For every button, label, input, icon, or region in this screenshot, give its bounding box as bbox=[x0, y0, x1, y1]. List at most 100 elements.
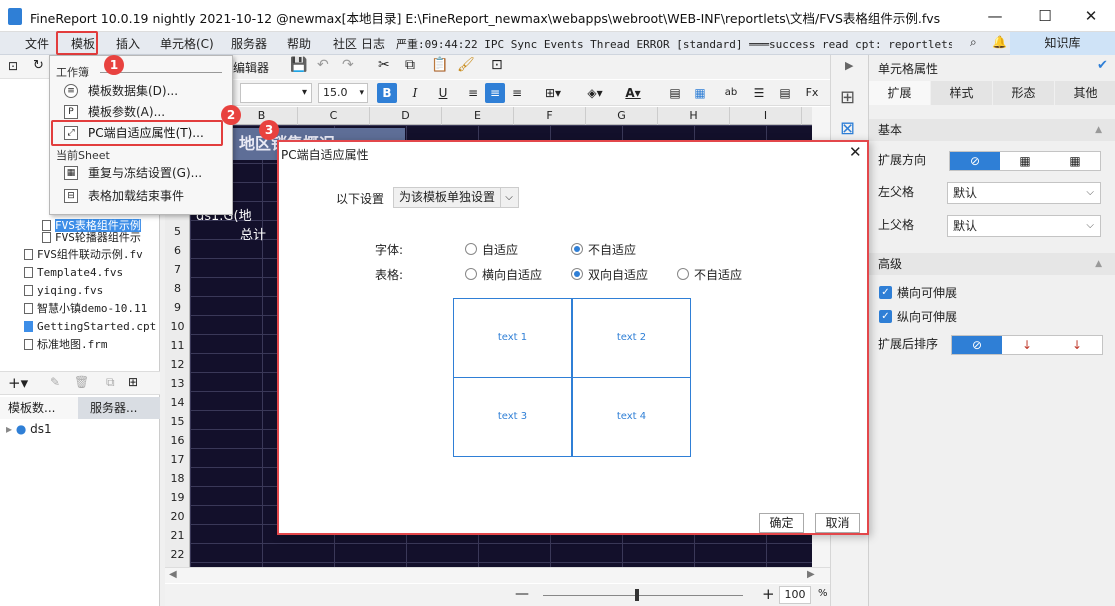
horizontal-scrollbar[interactable]: ◀ ▶ bbox=[165, 567, 830, 583]
zoom-out-button[interactable]: — bbox=[515, 586, 529, 602]
row-header-cell[interactable]: 18 bbox=[165, 469, 190, 488]
row-header-cell[interactable]: 12 bbox=[165, 355, 190, 374]
menu-help[interactable]: 帮助 bbox=[287, 35, 311, 52]
tree-file[interactable]: yiqing.fvs bbox=[37, 284, 103, 297]
row-header-cell[interactable]: 8 bbox=[165, 279, 190, 298]
grid-cell-total[interactable]: 总计 bbox=[240, 224, 266, 243]
editor-tab-label[interactable]: 编辑器 bbox=[233, 59, 269, 76]
format-painter-icon[interactable]: 🖌 bbox=[457, 57, 475, 73]
column-header-cell[interactable]: D bbox=[370, 107, 442, 125]
underline-button[interactable]: U bbox=[433, 83, 453, 103]
fill-color-icon[interactable]: ◈▾ bbox=[581, 83, 609, 103]
column-header-cell[interactable]: H bbox=[658, 107, 730, 125]
tree-file[interactable]: 标准地图.frm bbox=[37, 338, 108, 351]
dataset-item[interactable]: ▸ ● ds1 bbox=[6, 422, 52, 436]
column-header-cell[interactable]: I bbox=[730, 107, 802, 125]
row-header-cell[interactable]: 20 bbox=[165, 507, 190, 526]
column-header-cell[interactable]: F bbox=[514, 107, 586, 125]
font-color-icon[interactable]: A▾ bbox=[619, 83, 647, 103]
table-cell-icon[interactable]: ☰ bbox=[749, 83, 769, 103]
paste-icon[interactable]: 📋 bbox=[431, 57, 448, 73]
sort-asc-button[interactable]: ↓ bbox=[1002, 336, 1052, 354]
insert-float-icon[interactable]: ⊡ bbox=[491, 57, 503, 73]
align-center-icon[interactable]: ≡ bbox=[485, 83, 505, 103]
table-none-radio[interactable] bbox=[677, 268, 689, 280]
column-header-cell[interactable]: G bbox=[586, 107, 658, 125]
menu-server[interactable]: 服务器 bbox=[231, 35, 267, 52]
edit-icon[interactable]: ✎ bbox=[50, 375, 60, 389]
tree-file[interactable]: Template4.fvs bbox=[37, 266, 123, 279]
close-button[interactable]: ✕ bbox=[1068, 4, 1114, 28]
setting-select[interactable]: 为该模板单独设置 ⌵ bbox=[393, 187, 519, 208]
menu-file[interactable]: 文件 bbox=[25, 35, 49, 52]
menu-item-repeat-freeze[interactable]: ▦ 重复与冻结设置(G)... bbox=[52, 162, 230, 184]
menu-cell[interactable]: 单元格(C) bbox=[160, 35, 214, 52]
tree-file[interactable]: 智慧小镇demo-10.11 bbox=[37, 302, 147, 315]
preview-icon[interactable]: ⧉ bbox=[106, 375, 115, 390]
copy-icon[interactable]: ⧉ bbox=[405, 57, 415, 73]
tab-other[interactable]: 其他 bbox=[1055, 81, 1115, 105]
v-stretch-checkbox[interactable]: ✓ bbox=[879, 310, 892, 323]
refresh-icon[interactable]: ↻ bbox=[33, 58, 44, 73]
tab-form[interactable]: 形态 bbox=[993, 81, 1054, 105]
table-both-radio[interactable] bbox=[571, 268, 583, 280]
zoom-slider-thumb[interactable] bbox=[635, 589, 639, 601]
menu-insert[interactable]: 插入 bbox=[116, 35, 140, 52]
knowledge-base-button[interactable]: 知识库 bbox=[1010, 32, 1115, 55]
font-non-adaptive-radio[interactable] bbox=[571, 243, 583, 255]
font-size-select[interactable]: 15.0 ▾ bbox=[318, 83, 368, 103]
tree-file[interactable]: FVS轮播器组件示 bbox=[55, 231, 141, 244]
row-header-cell[interactable]: 17 bbox=[165, 450, 190, 469]
bell-icon[interactable]: 🔔 bbox=[992, 35, 1007, 49]
tab-style[interactable]: 样式 bbox=[931, 81, 992, 105]
sort-desc-button[interactable]: ↓ bbox=[1052, 336, 1102, 354]
left-parent-select[interactable]: 默认 ⌵ bbox=[947, 182, 1101, 204]
dialog-close-icon[interactable]: ✕ bbox=[849, 143, 862, 161]
maximize-button[interactable]: ☐ bbox=[1022, 4, 1068, 28]
new-folder-icon[interactable]: ⊡ bbox=[8, 59, 18, 73]
font-family-select[interactable]: ▾ bbox=[240, 83, 312, 103]
tab-server-dataset[interactable]: 服务器... bbox=[82, 397, 145, 419]
expand-vertical-button[interactable]: ▦ bbox=[1000, 152, 1050, 170]
text-cell-icon[interactable]: ab bbox=[721, 83, 741, 103]
column-header-cell[interactable]: C bbox=[298, 107, 370, 125]
zoom-input[interactable]: 100 bbox=[779, 586, 811, 604]
redo-icon[interactable]: ↷ bbox=[342, 57, 354, 73]
row-header-cell[interactable]: 15 bbox=[165, 412, 190, 431]
row-header-cell[interactable]: 11 bbox=[165, 336, 190, 355]
row-header-cell[interactable]: 14 bbox=[165, 393, 190, 412]
zoom-in-button[interactable]: + bbox=[762, 585, 775, 603]
menu-item-load-end-event[interactable]: ⊟ 表格加载结束事件 bbox=[52, 185, 230, 207]
table-horizontal-radio[interactable] bbox=[465, 268, 477, 280]
tree-file[interactable]: GettingStarted.cpt bbox=[37, 320, 156, 333]
tree-file[interactable]: FVS组件联动示例.fv bbox=[37, 248, 143, 261]
pin-icon[interactable]: ✔ bbox=[1097, 58, 1108, 73]
menu-log[interactable]: 日志 bbox=[361, 35, 385, 52]
tab-expand[interactable]: 扩展 bbox=[869, 81, 930, 105]
row-header-cell[interactable]: 21 bbox=[165, 526, 190, 545]
row-header-cell[interactable]: 22 bbox=[165, 545, 190, 564]
collapse-arrow-icon[interactable]: ▶ bbox=[845, 59, 853, 72]
undo-icon[interactable]: ↶ bbox=[317, 57, 329, 73]
align-left-icon[interactable]: ≡ bbox=[463, 83, 483, 103]
sort-none-button[interactable]: ⊘ bbox=[952, 336, 1002, 354]
ok-button[interactable]: 确定 bbox=[759, 513, 804, 533]
border-icon[interactable]: ⊞▾ bbox=[539, 83, 567, 103]
font-adaptive-radio[interactable] bbox=[465, 243, 477, 255]
save-icon[interactable]: 💾 bbox=[290, 57, 307, 73]
row-header-cell[interactable]: 19 bbox=[165, 488, 190, 507]
cell-attr-icon[interactable]: ⊞ bbox=[840, 87, 855, 108]
cancel-button[interactable]: 取消 bbox=[815, 513, 860, 533]
row-header-cell[interactable]: 6 bbox=[165, 241, 190, 260]
row-header-cell[interactable]: 7 bbox=[165, 260, 190, 279]
row-header-cell[interactable]: 16 bbox=[165, 431, 190, 450]
italic-button[interactable]: I bbox=[405, 83, 425, 103]
top-parent-select[interactable]: 默认 ⌵ bbox=[947, 215, 1101, 237]
cut-icon[interactable]: ✂ bbox=[378, 57, 390, 73]
grid-icon[interactable]: ▦ bbox=[690, 83, 710, 103]
tab-template-dataset[interactable]: 模板数... bbox=[0, 397, 78, 419]
column-header-cell[interactable]: E bbox=[442, 107, 514, 125]
server-dataset-icon[interactable]: ⊞ bbox=[128, 375, 138, 389]
expand-none-button[interactable]: ⊘ bbox=[950, 152, 1000, 170]
merge-cells-icon[interactable]: ▤ bbox=[665, 83, 685, 103]
